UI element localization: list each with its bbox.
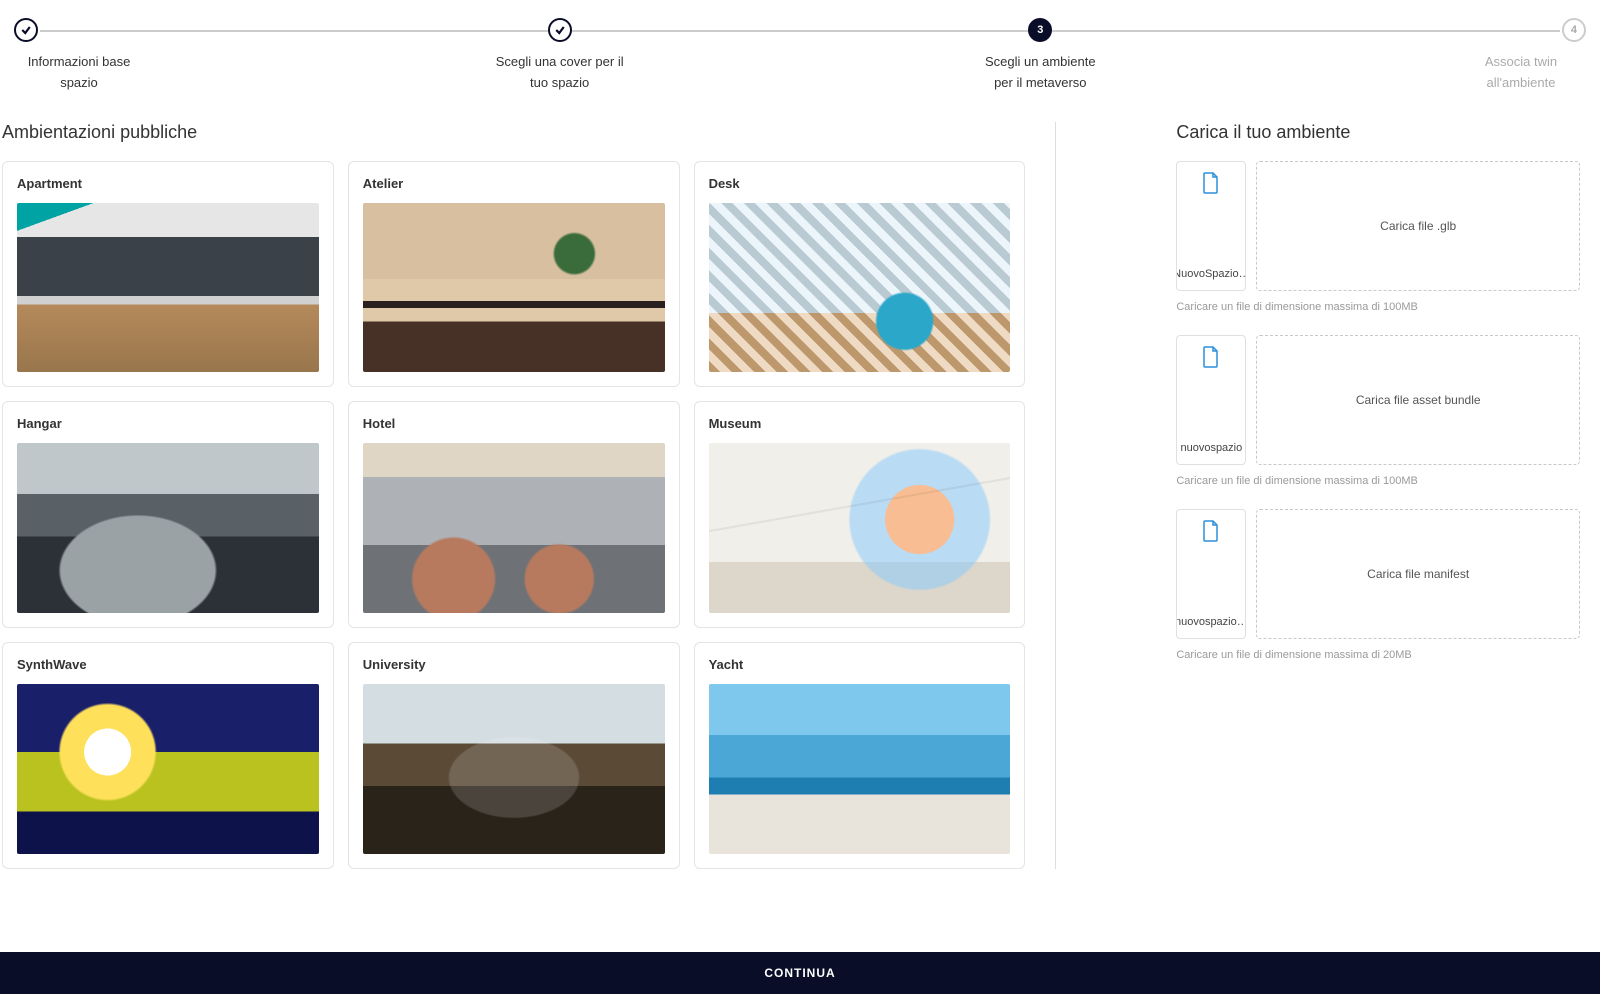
environment-name: Apartment	[17, 176, 319, 191]
environment-card[interactable]: SynthWave	[2, 642, 334, 869]
uploads-section: NuovoSpazio… Carica file .glb Caricare un …	[1176, 161, 1580, 661]
step-1[interactable]: Informazioni base spazio	[14, 18, 144, 94]
step-number: 4	[1562, 18, 1586, 42]
step-4: 4 Associa twin all'ambiente	[1456, 18, 1586, 94]
step-2[interactable]: Scegli una cover per il tuo spazio	[495, 18, 625, 94]
upload-dropzone[interactable]: Carica file manifest	[1256, 509, 1580, 639]
environment-thumbnail	[709, 203, 1011, 373]
environment-thumbnail	[17, 203, 319, 373]
upload-dropzone[interactable]: Carica file asset bundle	[1256, 335, 1580, 465]
environment-card[interactable]: Yacht	[694, 642, 1026, 869]
environment-name: Atelier	[363, 176, 665, 191]
environment-name: Museum	[709, 416, 1011, 431]
environment-thumbnail	[709, 684, 1011, 854]
environments-grid: Apartment Atelier Desk Hangar Hotel Museum Syn…	[2, 161, 1025, 869]
public-environments-title: Ambientazioni pubbliche	[2, 122, 1025, 143]
environment-name: University	[363, 657, 665, 672]
environment-thumbnail	[17, 684, 319, 854]
continue-button[interactable]: CONTINUA	[0, 952, 1600, 994]
upload-group: nuovospazio Carica file asset bundle Caric…	[1176, 335, 1580, 487]
environment-card[interactable]: Desk	[694, 161, 1026, 388]
environment-name: Hangar	[17, 416, 319, 431]
uploaded-file-preview[interactable]: nuovospazio	[1176, 335, 1246, 465]
environment-card[interactable]: Museum	[694, 401, 1026, 628]
check-icon	[14, 18, 38, 42]
step-number: 3	[1028, 18, 1052, 42]
environment-thumbnail	[363, 203, 665, 373]
upload-hint: Caricare un file di dimensione massima d…	[1176, 475, 1580, 487]
environment-card[interactable]: Apartment	[2, 161, 334, 388]
environment-thumbnail	[363, 443, 665, 613]
environment-card[interactable]: Atelier	[348, 161, 680, 388]
step-label: Associa twin all'ambiente	[1456, 52, 1586, 94]
stepper: Informazioni base spazio Scegli una cove…	[0, 0, 1600, 104]
environment-card[interactable]: Hangar	[2, 401, 334, 628]
environment-card[interactable]: Hotel	[348, 401, 680, 628]
check-icon	[548, 18, 572, 42]
file-icon	[1202, 172, 1220, 199]
upload-environment-title: Carica il tuo ambiente	[1176, 122, 1580, 143]
environment-thumbnail	[363, 684, 665, 854]
uploaded-file-preview[interactable]: NuovoSpazio…	[1176, 161, 1246, 291]
step-3[interactable]: 3 Scegli un ambiente per il metaverso	[975, 18, 1105, 94]
uploaded-file-name: nuovospazio…	[1176, 616, 1246, 628]
environment-name: Yacht	[709, 657, 1011, 672]
environment-name: Hotel	[363, 416, 665, 431]
environment-card[interactable]: University	[348, 642, 680, 869]
file-icon	[1202, 520, 1220, 547]
step-label: Scegli una cover per il tuo spazio	[495, 52, 625, 94]
upload-hint: Caricare un file di dimensione massima d…	[1176, 649, 1580, 661]
file-icon	[1202, 346, 1220, 373]
uploaded-file-preview[interactable]: nuovospazio…	[1176, 509, 1246, 639]
environment-name: Desk	[709, 176, 1011, 191]
upload-group: NuovoSpazio… Carica file .glb Caricare un …	[1176, 161, 1580, 313]
upload-hint: Caricare un file di dimensione massima d…	[1176, 301, 1580, 313]
uploaded-file-name: nuovospazio	[1180, 442, 1242, 454]
step-label: Informazioni base spazio	[14, 52, 144, 94]
uploaded-file-name: NuovoSpazio…	[1176, 268, 1246, 280]
environment-thumbnail	[709, 443, 1011, 613]
upload-group: nuovospazio… Carica file manifest Caricare…	[1176, 509, 1580, 661]
environment-name: SynthWave	[17, 657, 319, 672]
upload-dropzone[interactable]: Carica file .glb	[1256, 161, 1580, 291]
environment-thumbnail	[17, 443, 319, 613]
step-label: Scegli un ambiente per il metaverso	[975, 52, 1105, 94]
